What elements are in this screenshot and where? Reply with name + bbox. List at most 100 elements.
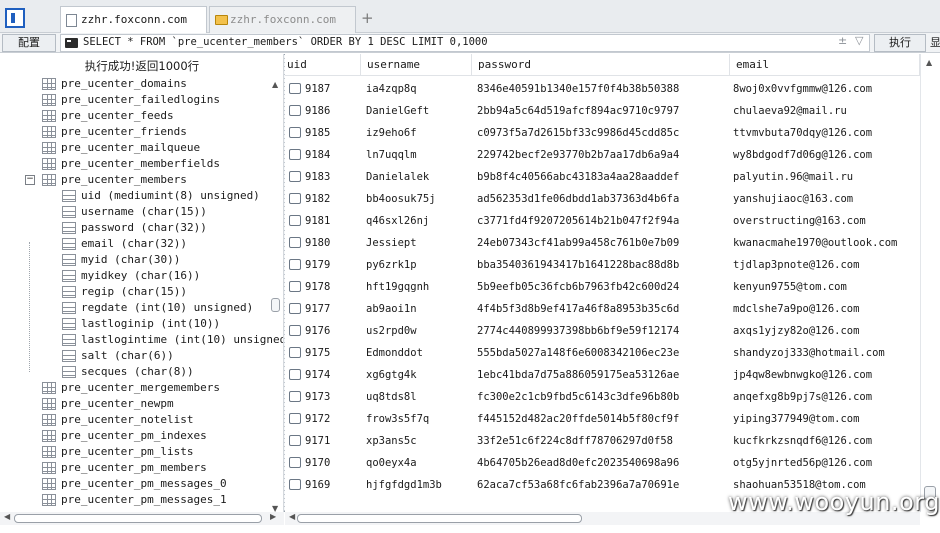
table-row[interactable]: 9171 xp3ans5c 33f2e51c6f224c8dff78706297d0… (285, 430, 920, 452)
table-row[interactable]: 9182 bb4oosuk75j ad562353d1fe06dbdd1ab3736… (285, 188, 920, 210)
table-row[interactable]: 9186 DanielGeft 2bb94a5c64d519afcf894ac971… (285, 100, 920, 122)
cell-email[interactable]: anqefxg8b9pj7s@126.com (733, 386, 872, 408)
cell-email[interactable]: otg5yjnrted56p@126.com (733, 452, 872, 474)
cell-uid[interactable]: 9170 (305, 452, 330, 474)
cell-uid[interactable]: 9187 (305, 78, 330, 100)
tree-table-item[interactable]: pre_ucenter_pm_messages_1 (0, 492, 270, 508)
tree-column-item[interactable]: lastloginip (int(10)) (0, 316, 270, 332)
table-row[interactable]: 9178 hft19gqgnh 5b9eefb05c36fcb6b7963fb42c… (285, 276, 920, 298)
table-row[interactable]: 9170 qo0eyx4a 4b64705b26ead8d0efc202354069… (285, 452, 920, 474)
cell-username[interactable]: ab9aoi1n (366, 298, 417, 320)
cell-email[interactable]: jp4qw8ewbnwgko@126.com (733, 364, 872, 386)
tree-column-item[interactable]: secques (char(8)) (0, 364, 270, 380)
cell-password[interactable]: 4b64705b26ead8d0efc2023540698a96 (477, 452, 679, 474)
row-checkbox[interactable] (289, 259, 301, 270)
row-checkbox[interactable] (289, 391, 301, 402)
row-checkbox[interactable] (289, 281, 301, 292)
cell-username[interactable]: Danielalek (366, 166, 429, 188)
scroll-left-icon[interactable]: ◀ (4, 512, 10, 521)
row-checkbox[interactable] (289, 479, 301, 490)
tree-column-item[interactable]: username (char(15)) (0, 204, 270, 220)
table-row[interactable]: 9181 q46sxl26nj c3771fd4f9207205614b21b047… (285, 210, 920, 232)
cell-username[interactable]: q46sxl26nj (366, 210, 429, 232)
tree-column-item[interactable]: myid (char(30)) (0, 252, 270, 268)
column-header-password[interactable]: password (472, 54, 730, 76)
cell-username[interactable]: qo0eyx4a (366, 452, 417, 474)
spin-icon[interactable]: ± (838, 34, 847, 47)
row-checkbox[interactable] (289, 105, 301, 116)
row-checkbox[interactable] (289, 369, 301, 380)
table-row[interactable]: 9187 ia4zqp8q 8346e40591b1340e157f0f4b38b5… (285, 78, 920, 100)
cell-password[interactable]: 62aca7cf53a68fc6fab2396a7a70691e (477, 474, 679, 496)
cell-password[interactable]: c3771fd4f9207205614b21b047f2f94a (477, 210, 679, 232)
cell-uid[interactable]: 9180 (305, 232, 330, 254)
tree-table-item[interactable]: − pre_ucenter_members (0, 172, 270, 188)
table-row[interactable]: 9185 iz9eho6f c0973f5a7d2615bf33c9986d45cd… (285, 122, 920, 144)
cell-password[interactable]: fc300e2c1cb9fbd5c6143c3dfe96b80b (477, 386, 679, 408)
cell-username[interactable]: frow3s5f7q (366, 408, 429, 430)
cell-password[interactable]: 24eb07343cf41ab99a458c761b0e7b09 (477, 232, 679, 254)
table-row[interactable]: 9184 ln7uqqlm 229742becf2e93770b2b7aa17db6… (285, 144, 920, 166)
row-checkbox[interactable] (289, 457, 301, 468)
tree-table-item[interactable]: pre_ucenter_failedlogins (0, 92, 270, 108)
cell-email[interactable]: palyutin.96@mail.ru (733, 166, 853, 188)
tree-table-item[interactable]: pre_ucenter_feeds (0, 108, 270, 124)
cell-password[interactable]: 5b9eefb05c36fcb6b7963fb42c600d24 (477, 276, 679, 298)
cell-email[interactable]: kwanacmahe1970@outlook.com (733, 232, 897, 254)
row-checkbox[interactable] (289, 435, 301, 446)
cell-uid[interactable]: 9181 (305, 210, 330, 232)
table-row[interactable]: 9173 uq8tds8l fc300e2c1cb9fbd5c6143c3dfe96… (285, 386, 920, 408)
cell-username[interactable]: DanielGeft (366, 100, 429, 122)
panel-toggle-icon[interactable] (5, 8, 25, 28)
cell-email[interactable]: yiping377949@tom.com (733, 408, 859, 430)
cell-uid[interactable]: 9186 (305, 100, 330, 122)
column-header-uid[interactable]: uid (285, 54, 361, 76)
table-row[interactable]: 9172 frow3s5f7q f445152d482ac20ffde5014b5f… (285, 408, 920, 430)
row-checkbox[interactable] (289, 127, 301, 138)
tree-column-item[interactable]: myidkey (char(16)) (0, 268, 270, 284)
row-checkbox[interactable] (289, 171, 301, 182)
cell-uid[interactable]: 9177 (305, 298, 330, 320)
row-checkbox[interactable] (289, 193, 301, 204)
cell-username[interactable]: xg6gtg4k (366, 364, 417, 386)
scroll-right-icon[interactable]: ▶ (270, 512, 276, 521)
row-checkbox[interactable] (289, 413, 301, 424)
cell-email[interactable]: kucfkrkzsnqdf6@126.com (733, 430, 872, 452)
grid-hscroll-thumb[interactable] (297, 514, 582, 523)
tree-table-item[interactable]: pre_ucenter_newpm (0, 396, 270, 412)
tree-table-item[interactable]: pre_ucenter_mailqueue (0, 140, 270, 156)
cell-uid[interactable]: 9183 (305, 166, 330, 188)
tree-table-item[interactable]: pre_ucenter_domains (0, 76, 270, 92)
config-button[interactable]: 配置 (2, 34, 56, 52)
row-checkbox[interactable] (289, 83, 301, 94)
cell-password[interactable]: 33f2e51c6f224c8dff78706297d0f58 (477, 430, 673, 452)
cell-uid[interactable]: 9171 (305, 430, 330, 452)
cell-email[interactable]: 8woj0x0vvfgmmw@126.com (733, 78, 872, 100)
dropdown-icon[interactable]: ▽ (855, 34, 863, 47)
cell-password[interactable]: 2bb94a5c64d519afcf894ac9710c9797 (477, 100, 679, 122)
tree-table-item[interactable]: pre_ucenter_pm_messages_0 (0, 476, 270, 492)
tree-table-item[interactable]: pre_ucenter_friends (0, 124, 270, 140)
tree-column-item[interactable]: lastlogintime (int(10) unsigned (0, 332, 283, 348)
cell-email[interactable]: shandyzoj333@hotmail.com (733, 342, 885, 364)
cell-username[interactable]: py6zrk1p (366, 254, 417, 276)
cell-password[interactable]: 1ebc41bda7d75a886059175ea53126ae (477, 364, 679, 386)
tree-hscroll-thumb[interactable] (14, 514, 262, 523)
tree-hscrollbar[interactable]: ◀ ▶ (0, 512, 284, 525)
tree-table-item[interactable]: pre_ucenter_notelist (0, 412, 270, 428)
cell-uid[interactable]: 9184 (305, 144, 330, 166)
tree-table-item[interactable]: pre_ucenter_memberfields (0, 156, 270, 172)
tree-table-item[interactable]: pre_ucenter_pm_members (0, 460, 270, 476)
cell-username[interactable]: hft19gqgnh (366, 276, 429, 298)
cell-password[interactable]: b9b8f4c40566abc43183a4aa28aaddef (477, 166, 679, 188)
tree-table-item[interactable]: pre_ucenter_pm_lists (0, 444, 270, 460)
table-row[interactable]: 9174 xg6gtg4k 1ebc41bda7d75a886059175ea531… (285, 364, 920, 386)
cell-uid[interactable]: 9178 (305, 276, 330, 298)
cell-password[interactable]: 4f4b5f3d8b9ef417a46f8a8953b35c6d (477, 298, 679, 320)
scroll-up-icon[interactable]: ▲ (926, 58, 932, 67)
tree-table-item[interactable]: pre_ucenter_mergemembers (0, 380, 270, 396)
table-row[interactable]: 9176 us2rpd0w 2774c440899937398bb6bf9e59f1… (285, 320, 920, 342)
cell-username[interactable]: hjfgfdgd1m3b (366, 474, 442, 496)
cell-username[interactable]: ln7uqqlm (366, 144, 417, 166)
add-tab-icon[interactable]: + (361, 9, 374, 27)
